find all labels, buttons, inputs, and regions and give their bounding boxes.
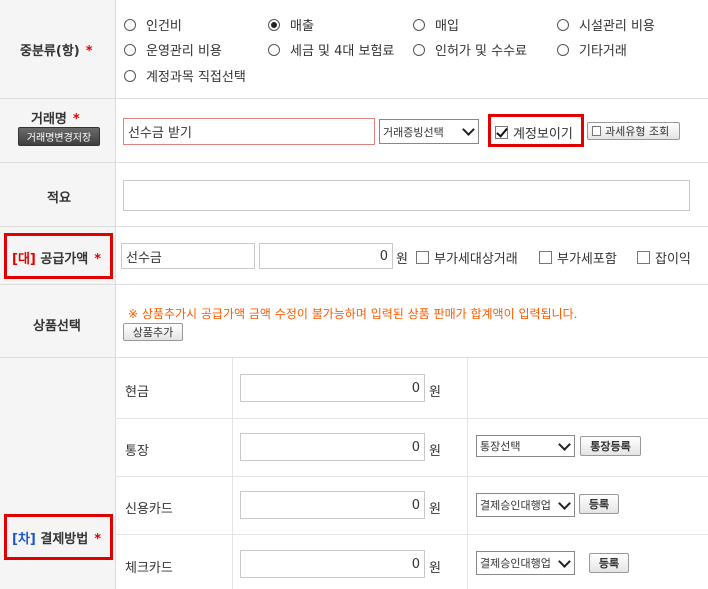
vat-included-checkbox[interactable]: 부가세포함 [539, 248, 617, 267]
row-divider [0, 357, 708, 358]
row-divider [115, 418, 708, 419]
deal-name-label: 거래명 * [31, 112, 80, 127]
label-column-background [0, 0, 115, 589]
supply-label: [대] 공급가액 * [12, 252, 102, 267]
check-icon [495, 126, 508, 139]
deal-name-input[interactable]: 선수금 받기 [123, 118, 375, 145]
row-divider [0, 284, 708, 285]
radio-sales[interactable]: 매출 [268, 15, 314, 34]
row-divider [0, 162, 708, 163]
label-column-divider [115, 0, 116, 589]
chevron-down-icon [462, 123, 475, 136]
bank-label: 통장 [125, 444, 149, 459]
cash-amount-input[interactable]: 0 [240, 374, 425, 402]
check-card-amount-input[interactable]: 0 [240, 550, 425, 578]
credit-card-unit: 원 [429, 502, 441, 517]
bank-amount-input[interactable]: 0 [240, 433, 425, 461]
row-divider [115, 476, 708, 477]
radio-other[interactable]: 기타거래 [557, 40, 627, 59]
credit-card-agent-select[interactable]: 결제승인대행업 [476, 493, 575, 517]
row-divider [115, 534, 708, 535]
credit-card-amount-input[interactable]: 0 [240, 491, 425, 519]
memo-label: 적요 [47, 191, 71, 206]
vat-target-checkbox[interactable]: 부가세대상거래 [416, 248, 518, 267]
column-divider [467, 358, 468, 589]
deal-name-save-button[interactable]: 거래명변경저장 [18, 127, 100, 146]
add-product-button[interactable]: 상품추가 [123, 323, 183, 341]
category-label: 중분류(항) * [20, 44, 93, 59]
register-bank-button[interactable]: 통장등록 [580, 436, 641, 456]
check-card-label: 체크카드 [125, 561, 173, 576]
row-divider [0, 98, 708, 99]
radio-labor[interactable]: 인건비 [124, 15, 182, 34]
product-label: 상품선택 [33, 319, 81, 334]
chevron-down-icon [558, 496, 571, 510]
supply-unit: 원 [396, 252, 408, 267]
supply-account-input[interactable]: 선수금 [121, 243, 255, 269]
bank-unit: 원 [429, 444, 441, 459]
check-card-agent-select[interactable]: 결제승인대행업 [476, 551, 575, 575]
radio-license-fee[interactable]: 인허가 및 수수료 [413, 40, 527, 59]
credit-card-label: 신용카드 [125, 502, 173, 517]
check-card-unit: 원 [429, 561, 441, 576]
chevron-down-icon [558, 554, 571, 568]
cash-unit: 원 [429, 385, 441, 400]
chevron-down-icon [558, 437, 571, 451]
radio-facility-cost[interactable]: 시설관리 비용 [557, 15, 655, 34]
payment-label: [차] 결제방법 * [12, 532, 102, 547]
radio-operation-cost[interactable]: 운영관리 비용 [124, 40, 222, 59]
supply-amount-input[interactable]: 0 [259, 243, 393, 269]
product-notice: ※ 상품추가시 공급가액 금액 수정이 불가능하며 입력된 상품 판매가 합계액… [128, 307, 578, 321]
evidence-select[interactable]: 거래증빙선택 [379, 119, 479, 144]
tax-type-lookup-button[interactable]: 과세유형 조회 [587, 122, 680, 140]
radio-tax-insurance[interactable]: 세금 및 4대 보험료 [268, 40, 394, 59]
memo-input[interactable] [123, 180, 690, 211]
misc-income-checkbox[interactable]: 잡이익 [637, 248, 691, 267]
radio-direct-account[interactable]: 계정과목 직접선택 [124, 66, 246, 85]
register-check-card-button[interactable]: 등록 [589, 553, 629, 573]
column-divider [232, 358, 233, 589]
row-divider [0, 226, 708, 227]
cash-label: 현금 [125, 385, 149, 400]
register-credit-card-button[interactable]: 등록 [579, 494, 619, 514]
radio-purchase[interactable]: 매입 [413, 15, 459, 34]
document-search-icon [592, 126, 601, 136]
bank-select[interactable]: 통장선택 [476, 435, 575, 457]
show-account-checkbox[interactable]: 계정보이기 [495, 123, 573, 142]
